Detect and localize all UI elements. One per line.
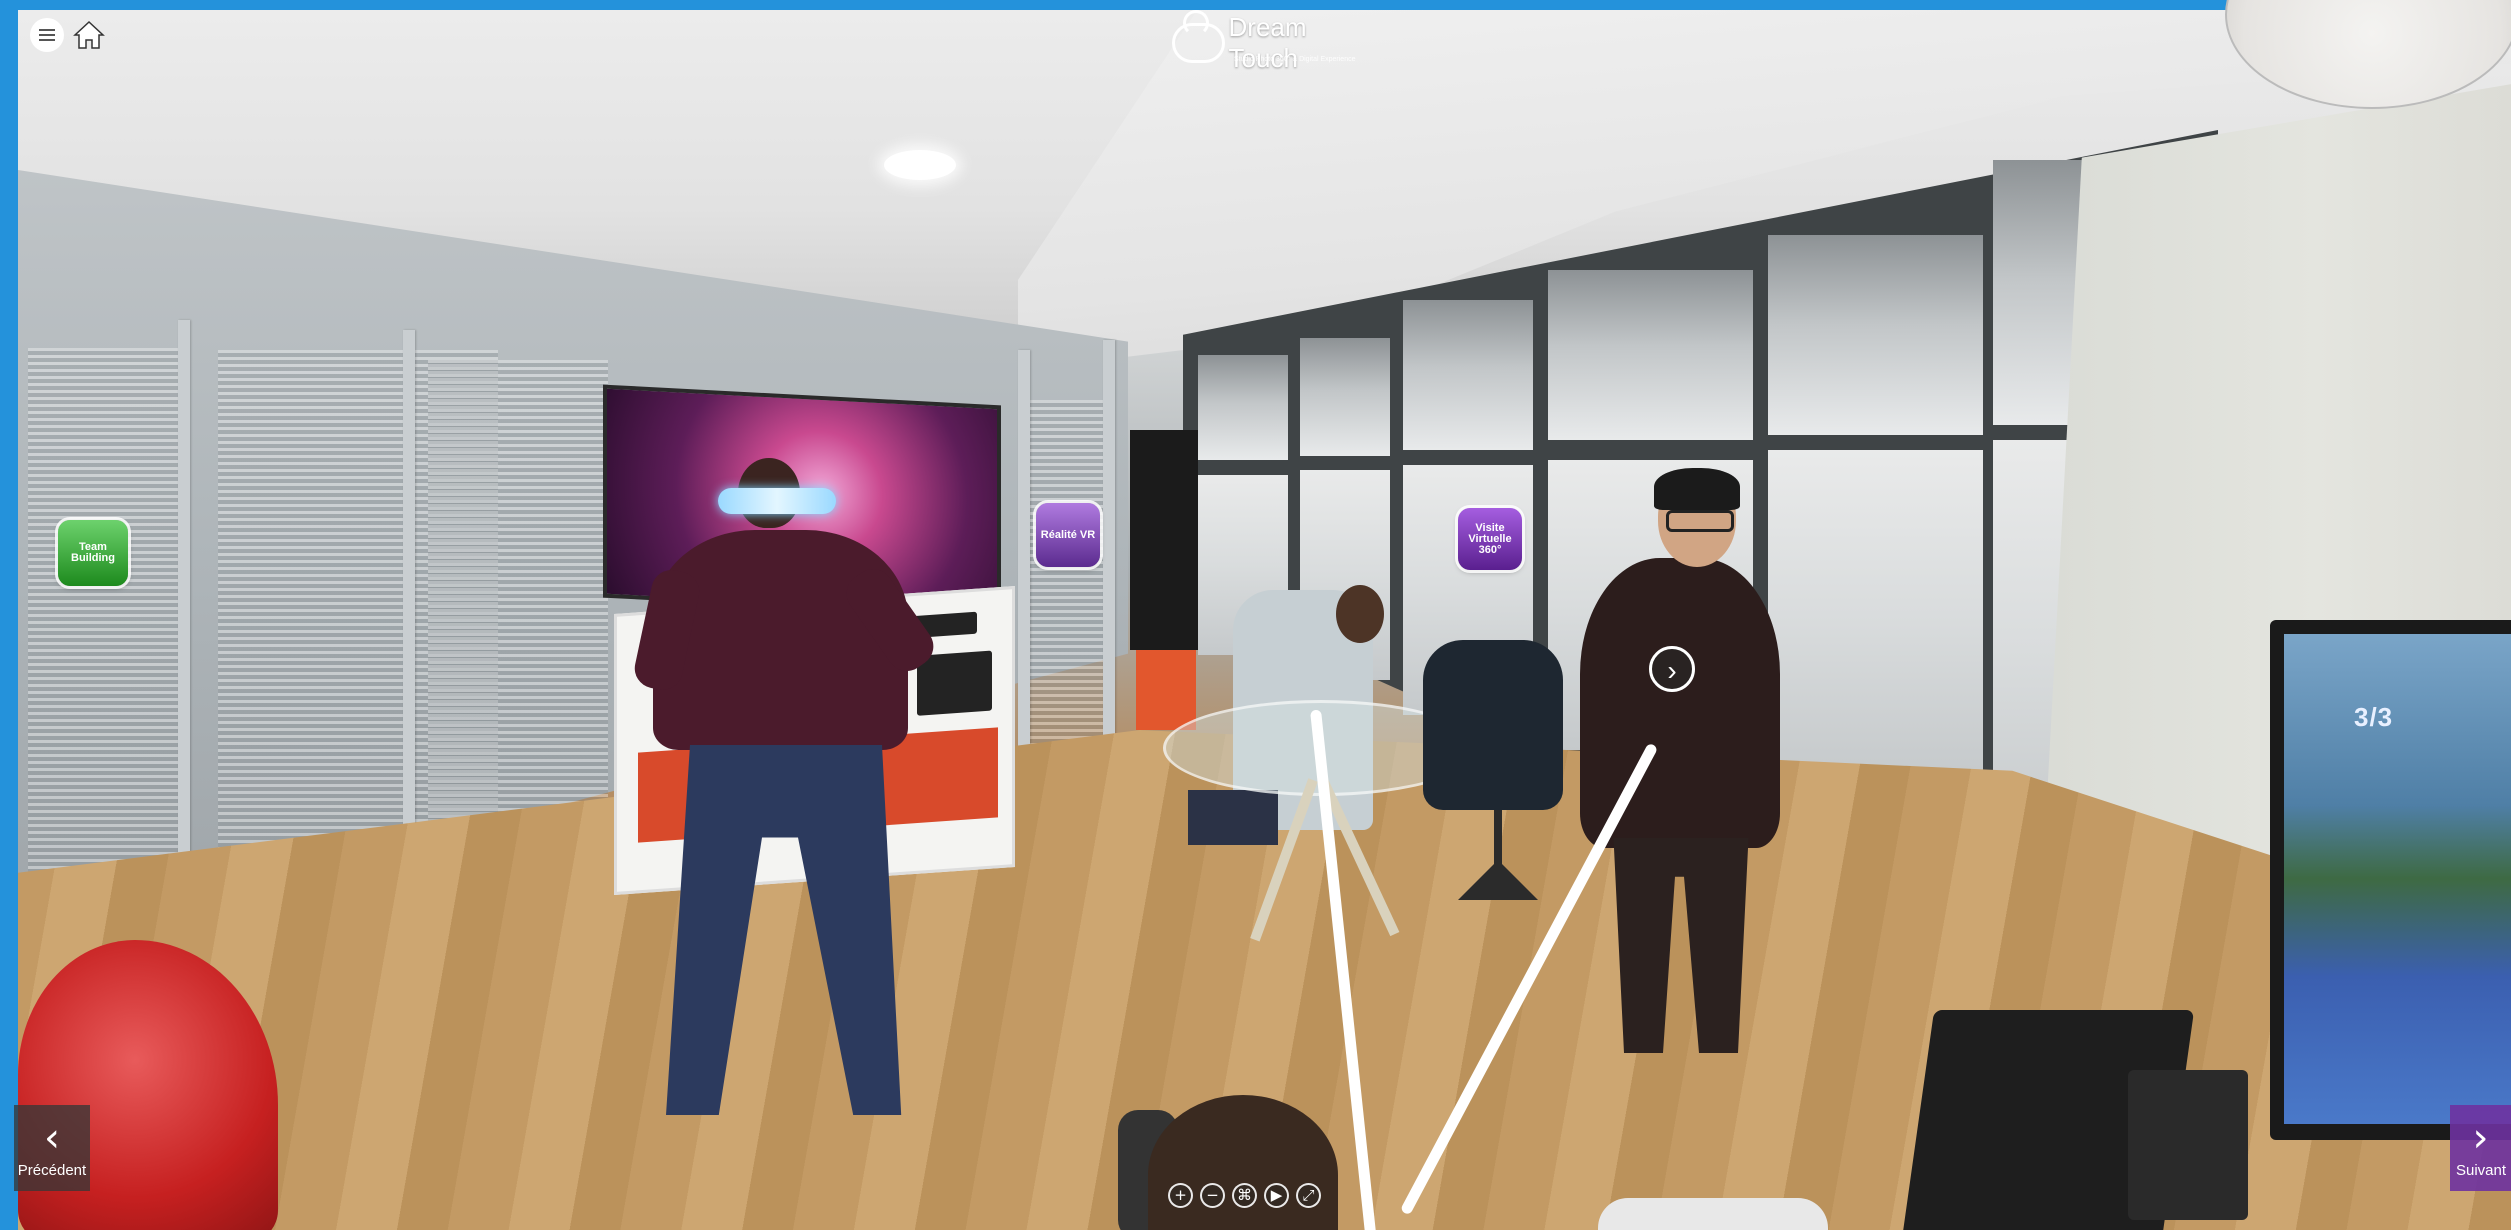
fullscreen-button[interactable]: ⤢ bbox=[1296, 1182, 1321, 1208]
viewer-controls: + − ⌘ ▶ ⤢ bbox=[1168, 1180, 1321, 1210]
window-pane bbox=[1768, 235, 1983, 435]
panorama-viewer[interactable]: 3/3 Team Building Réalité VR Visite Virt… bbox=[18, 10, 2511, 1230]
glass-frame bbox=[178, 320, 190, 940]
top-border bbox=[0, 0, 2511, 10]
home-button[interactable] bbox=[72, 18, 106, 52]
foreground-object bbox=[1598, 1198, 1828, 1230]
hotspot-realite-vr[interactable]: Réalité VR bbox=[1036, 503, 1100, 567]
ceiling-light bbox=[884, 150, 956, 180]
glass-frame bbox=[1103, 340, 1115, 740]
hamburger-menu-icon bbox=[39, 34, 55, 36]
wall-monitor: 3/3 bbox=[2270, 620, 2511, 1140]
glass-frame bbox=[1018, 350, 1030, 770]
chevron-right-circle-icon[interactable]: › bbox=[1649, 646, 1695, 692]
window-pane bbox=[1548, 270, 1753, 440]
hotspot-label: Réalité VR bbox=[1040, 528, 1096, 541]
glass-frame bbox=[403, 330, 415, 880]
window-pane bbox=[1403, 300, 1533, 450]
guide-hair bbox=[1654, 468, 1740, 510]
home-icon bbox=[73, 20, 105, 49]
guide-glasses bbox=[1666, 510, 1734, 532]
monitor-text: 3/3 bbox=[2354, 702, 2394, 732]
player-torso bbox=[653, 530, 908, 750]
cloud-logo-icon bbox=[1172, 10, 1225, 63]
zoom-in-button[interactable]: + bbox=[1168, 1182, 1193, 1208]
menu-button[interactable] bbox=[30, 18, 64, 52]
previous-label: Précédent bbox=[17, 1161, 87, 1179]
next-label: Suivant bbox=[2456, 1161, 2507, 1179]
window-blinds bbox=[1028, 400, 1108, 760]
chevron-right-icon: › bbox=[2472, 1114, 2489, 1161]
window-pane bbox=[1300, 338, 1390, 456]
chevron-left-icon: ‹ bbox=[44, 1114, 60, 1161]
console-device bbox=[917, 650, 992, 716]
vr-headset bbox=[718, 488, 836, 514]
window-pane bbox=[1768, 450, 1983, 780]
hotspot-label: Team Building bbox=[71, 541, 115, 564]
dark-display bbox=[1130, 430, 1198, 650]
zoom-out-button[interactable]: − bbox=[1200, 1182, 1225, 1208]
logo-name: Dream Touch bbox=[1228, 12, 1307, 73]
autoplay-button[interactable]: ▶ bbox=[1264, 1182, 1289, 1208]
window-blinds bbox=[428, 360, 608, 830]
guide-body bbox=[1580, 558, 1780, 848]
window-pane bbox=[1198, 355, 1288, 460]
next-button[interactable]: › Suivant bbox=[2450, 1105, 2511, 1191]
monitor-screen bbox=[2284, 634, 2511, 1124]
hotspot-label: Visite Virtuelle 360° bbox=[1468, 521, 1512, 556]
red-panel bbox=[1136, 650, 1196, 730]
speaker bbox=[2128, 1070, 2248, 1220]
hotspot-visite-virtuelle[interactable]: Visite Virtuelle 360° bbox=[1458, 508, 1522, 570]
vr-mode-button[interactable]: ⌘ bbox=[1232, 1182, 1257, 1208]
left-border bbox=[0, 0, 18, 1230]
logo-tagline: Studio Photo 360° & Digital Experience bbox=[1234, 56, 1356, 63]
dream-touch-logo: Dream Touch Studio Photo 360° & Digital … bbox=[1172, 10, 1372, 73]
previous-button[interactable]: ‹ Précédent bbox=[14, 1105, 90, 1191]
hotspot-team-building[interactable]: Team Building bbox=[58, 520, 128, 586]
seated-person-head bbox=[1336, 585, 1384, 643]
seated-person-legs bbox=[1188, 790, 1278, 845]
office-chair bbox=[1423, 640, 1563, 810]
